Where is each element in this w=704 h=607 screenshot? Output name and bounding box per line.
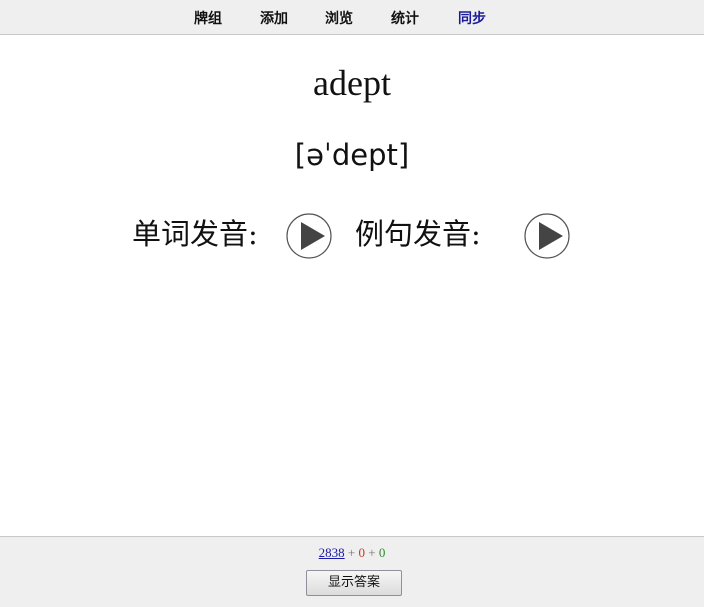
due-counts: 2838 + 0 + 0	[0, 545, 704, 561]
nav-add[interactable]: 添加	[260, 9, 288, 29]
card-phonetic: [əˈdept]	[294, 138, 410, 172]
count-separator: +	[368, 545, 376, 560]
learn-count: 0	[358, 545, 366, 560]
word-audio-play-button[interactable]	[286, 213, 332, 259]
play-icon	[524, 213, 570, 259]
top-toolbar: 牌组 添加 浏览 统计 同步	[0, 0, 704, 35]
nav-decks[interactable]: 牌组	[194, 9, 222, 29]
bottom-bar: 2838 + 0 + 0 显示答案	[0, 536, 704, 607]
sentence-audio-label: 例句发音:	[355, 217, 481, 251]
review-count: 0	[378, 545, 386, 560]
new-count-link[interactable]: 2838	[319, 545, 345, 560]
play-icon	[286, 213, 332, 259]
card-word: adept	[313, 63, 391, 103]
nav-stats[interactable]: 统计	[391, 9, 419, 29]
word-audio-label: 单词发音:	[132, 217, 258, 251]
main-nav: 牌组 添加 浏览 统计 同步	[0, 9, 704, 29]
audio-row: 单词发音: 例句发音:	[0, 210, 704, 264]
count-separator: +	[347, 545, 356, 560]
sentence-audio-play-button[interactable]	[524, 213, 570, 259]
nav-browse[interactable]: 浏览	[325, 9, 353, 29]
nav-sync[interactable]: 同步	[458, 9, 486, 29]
show-answer-button[interactable]: 显示答案	[306, 570, 402, 596]
